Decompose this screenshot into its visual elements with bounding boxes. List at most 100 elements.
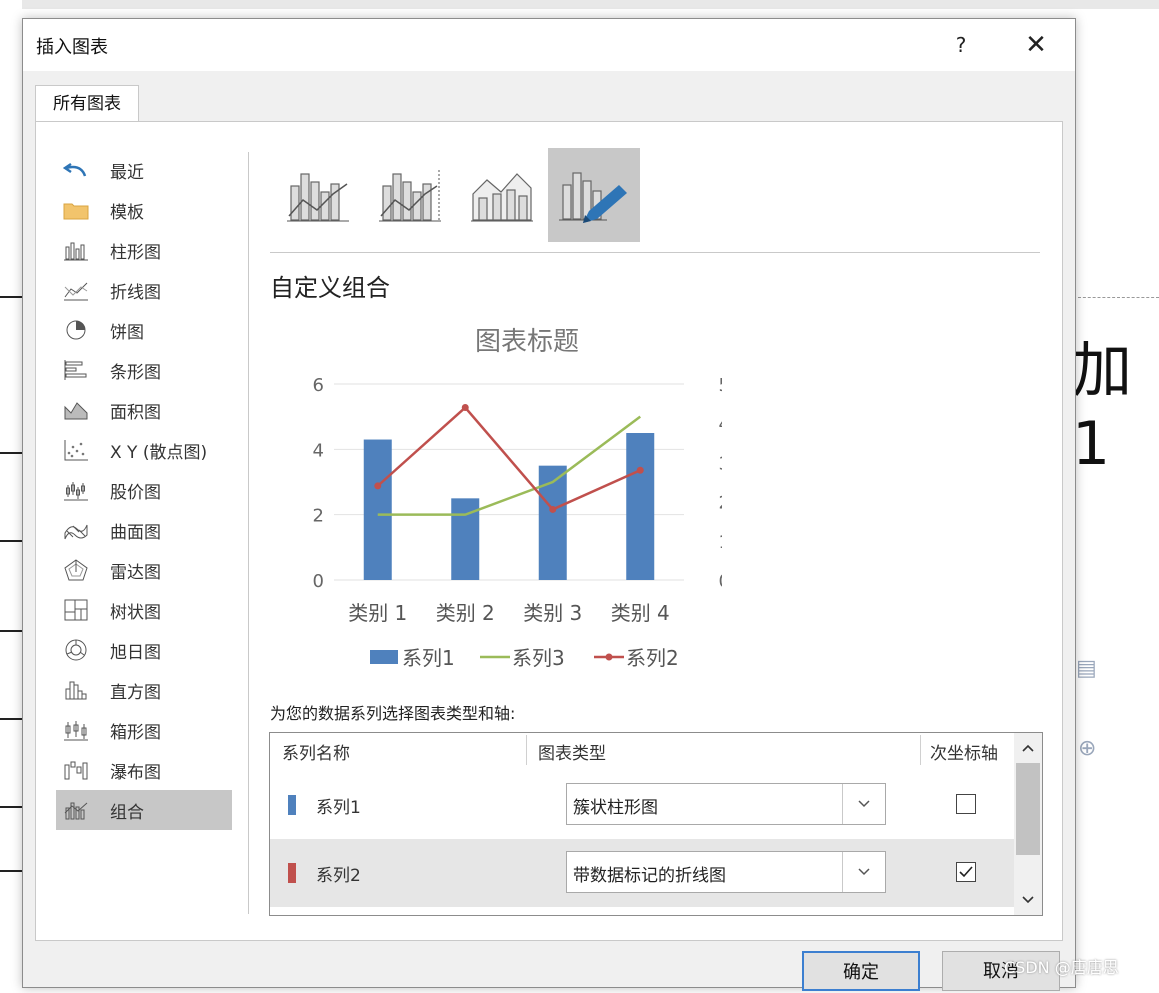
series-prompt: 为您的数据系列选择图表类型和轴: <box>270 704 516 723</box>
secondary-axis-checkbox[interactable] <box>956 862 976 882</box>
help-button[interactable]: ? <box>945 27 977 63</box>
scroll-up-icon[interactable] <box>1014 735 1042 761</box>
series-table: 系列名称 图表类型 次坐标轴 系列1 簇状柱形图 系列2 带数据标记的折线图 <box>269 732 1043 916</box>
x-tick-label: 类别 3 <box>523 601 582 625</box>
series-row[interactable]: 系列2 带数据标记的折线图 <box>270 839 1014 907</box>
sidebar-item-label: 直方图 <box>110 682 161 703</box>
document-icon: ▤ <box>1076 656 1097 681</box>
header-chart-type: 图表类型 <box>538 744 606 764</box>
sidebar-item[interactable]: X Y (散点图) <box>56 430 232 470</box>
clustered-column-line-button[interactable] <box>272 148 364 242</box>
sidebar-item[interactable]: 条形图 <box>56 350 232 390</box>
chart-title: 图表标题 <box>475 327 579 357</box>
chart-type-value: 带数据标记的折线图 <box>573 866 726 886</box>
sidebar-item[interactable]: 旭日图 <box>56 630 232 670</box>
tab-all-charts[interactable]: 所有图表 <box>35 85 139 122</box>
sidebar-item-label: 饼图 <box>110 322 144 343</box>
combo-chart-icon <box>62 798 90 822</box>
sidebar-item[interactable]: 模板 <box>56 190 232 230</box>
sidebar-item[interactable]: 柱形图 <box>56 230 232 270</box>
area-chart-icon <box>62 398 90 422</box>
dialog-titlebar: 插入图表 ? ✕ <box>23 19 1075 71</box>
combo-subtype-gallery <box>272 148 640 242</box>
sidebar-item[interactable]: 箱形图 <box>56 710 232 750</box>
background-dashed-line <box>1078 297 1159 298</box>
pie-chart-icon <box>62 318 90 342</box>
sidebar-item-label: 模板 <box>110 202 144 223</box>
sidebar-item[interactable]: 组合 <box>56 790 232 830</box>
background-rule <box>0 870 22 872</box>
series-line <box>376 405 641 511</box>
sidebar-item[interactable]: 直方图 <box>56 670 232 710</box>
background-rule <box>0 806 22 808</box>
background-left-page <box>0 0 22 986</box>
sidebar-item[interactable]: 面积图 <box>56 390 232 430</box>
radar-chart-icon <box>62 558 90 582</box>
clustered-column-line-secondary-button[interactable] <box>364 148 456 242</box>
insert-chart-dialog: 插入图表 ? ✕ 所有图表 最近模板柱形图折线图饼图条形图面积图 X Y (散点图… <box>22 18 1076 991</box>
sidebar-item[interactable]: 折线图 <box>56 270 232 310</box>
line-chart-icon <box>62 278 90 302</box>
sidebar-item[interactable]: 股价图 <box>56 470 232 510</box>
secondary-y-tick-label: 1 <box>719 532 722 553</box>
sidebar-item[interactable]: 雷达图 <box>56 550 232 590</box>
ok-button[interactable]: 确定 <box>802 951 920 991</box>
custom-combination-button[interactable] <box>548 148 640 242</box>
sidebar-item-label: 组合 <box>110 802 144 823</box>
chart-panel: 最近模板柱形图折线图饼图条形图面积图 X Y (散点图) 股价图曲面图雷达图树状图旭… <box>35 121 1063 941</box>
bar <box>363 439 392 580</box>
sidebar-item[interactable]: 最近 <box>56 150 232 190</box>
legend-swatch <box>370 650 398 664</box>
table-scrollbar[interactable] <box>1014 733 1042 915</box>
checkmark-icon <box>959 866 973 878</box>
scroll-down-icon[interactable] <box>1014 887 1042 913</box>
chart-type-dropdown[interactable]: 簇状柱形图 <box>566 783 886 825</box>
chart-type-dropdown[interactable]: 带数据标记的折线图 <box>566 851 886 893</box>
stacked-area-column-button[interactable] <box>456 148 548 242</box>
x-tick-label: 类别 2 <box>436 601 495 625</box>
sidebar-item-label: 雷达图 <box>110 562 161 583</box>
series-name: 系列2 <box>316 866 361 886</box>
sidebar-item[interactable]: 树状图 <box>56 590 232 630</box>
sidebar-item-label: 条形图 <box>110 362 161 383</box>
chevron-down-icon[interactable] <box>842 784 885 824</box>
header-series-name: 系列名称 <box>282 744 350 764</box>
background-rule <box>0 540 22 542</box>
background-rule <box>0 452 22 454</box>
folder-icon <box>62 198 90 222</box>
series-row[interactable]: 系列1 簇状柱形图 <box>270 771 1014 839</box>
scatter-chart-icon <box>62 438 90 462</box>
line-marker <box>461 404 469 412</box>
legend-label: 系列3 <box>512 646 565 670</box>
sidebar-item-label: 柱形图 <box>110 242 161 263</box>
globe-icon: ⊕ <box>1078 736 1097 761</box>
area-column-thumbnail-icon <box>471 173 533 222</box>
series-line <box>377 415 641 516</box>
legend-label: 系列2 <box>626 646 679 670</box>
sidebar-item[interactable]: 曲面图 <box>56 510 232 550</box>
stock-chart-icon <box>62 478 90 502</box>
scroll-thumb[interactable] <box>1016 763 1040 855</box>
sidebar-item-label: 瀑布图 <box>110 762 161 783</box>
section-title: 自定义组合 <box>270 274 390 302</box>
line-marker <box>636 466 644 474</box>
legend-label: 系列1 <box>402 646 455 670</box>
box-whisker-chart-icon <box>62 718 90 742</box>
series-color-swatch <box>288 863 296 883</box>
sunburst-chart-icon <box>62 638 90 662</box>
sidebar-item[interactable]: 饼图 <box>56 310 232 350</box>
close-button[interactable]: ✕ <box>1018 27 1054 63</box>
sidebar-item-label: 曲面图 <box>110 522 161 543</box>
sidebar-item-label: 面积图 <box>110 402 161 423</box>
column-line-secondary-thumbnail-icon <box>379 170 441 222</box>
background-heading-text: 加1 <box>1072 336 1134 479</box>
sidebar-item[interactable]: 瀑布图 <box>56 750 232 790</box>
x-tick-label: 类别 4 <box>611 601 670 625</box>
secondary-axis-checkbox[interactable] <box>956 794 976 814</box>
background-rule <box>0 718 22 720</box>
column-line-thumbnail-icon <box>287 173 349 222</box>
divider <box>248 152 249 914</box>
chevron-down-icon[interactable] <box>842 852 885 892</box>
header-secondary-axis: 次坐标轴 <box>930 744 998 764</box>
line-marker <box>374 482 382 490</box>
